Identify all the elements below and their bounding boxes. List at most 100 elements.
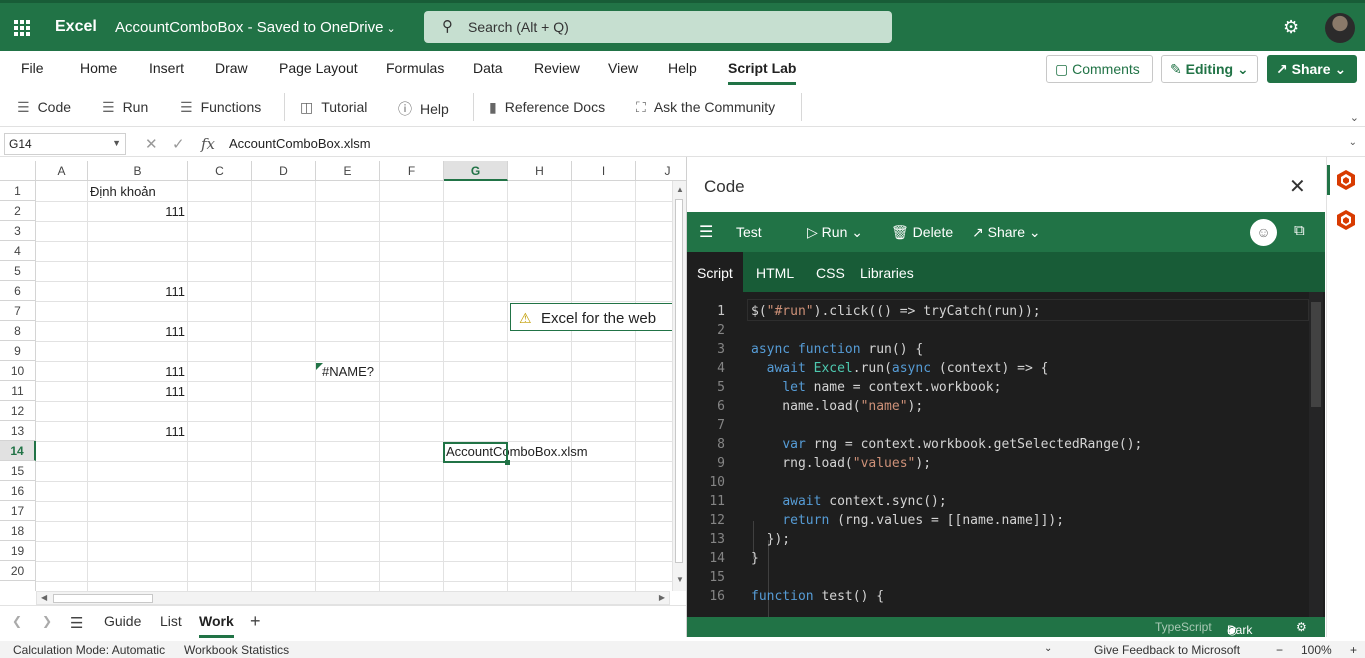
scroll-left-icon[interactable]: ◀ xyxy=(41,593,47,602)
scroll-down-icon[interactable]: ▼ xyxy=(676,575,684,584)
zoom-out-button[interactable]: − xyxy=(1276,643,1283,657)
tab-draw[interactable]: Draw xyxy=(215,60,248,76)
close-icon[interactable]: ✕ xyxy=(1289,174,1306,199)
avatar[interactable] xyxy=(1325,13,1355,43)
chevron-down-icon[interactable]: ⌄ xyxy=(1349,137,1357,148)
gear-icon[interactable]: ⚙ xyxy=(1296,620,1307,634)
cell-b11[interactable]: 111 xyxy=(88,382,188,402)
tab-file[interactable]: File xyxy=(21,60,44,76)
popout-icon[interactable]: ⧉ xyxy=(1294,222,1305,239)
search-box[interactable]: ⚲ Search (Alt + Q) xyxy=(424,11,892,43)
document-title[interactable]: AccountComboBox - Saved to OneDrive ⌄ xyxy=(115,19,396,36)
chevron-left-icon[interactable]: ❮ xyxy=(12,614,22,628)
tab-script-lab[interactable]: Script Lab xyxy=(728,60,797,85)
row-header[interactable]: 15 xyxy=(0,461,36,481)
row-header[interactable]: 14 xyxy=(0,441,36,461)
cell-b10[interactable]: 111 xyxy=(88,362,188,382)
horizontal-scrollbar[interactable]: ◀ ▶ xyxy=(36,591,670,605)
row-header[interactable]: 4 xyxy=(0,241,36,261)
tab-insert[interactable]: Insert xyxy=(149,60,184,76)
column-header[interactable]: B xyxy=(88,161,188,181)
row-header[interactable]: 7 xyxy=(0,301,36,321)
run-button[interactable]: ▷ Run ⌄ xyxy=(807,224,863,241)
language-indicator[interactable]: TypeScript xyxy=(1155,620,1212,634)
script-lab-functions-icon[interactable] xyxy=(1335,209,1357,231)
tab-libraries[interactable]: Libraries xyxy=(860,265,914,281)
row-header[interactable]: 2 xyxy=(0,201,36,221)
cell-b13[interactable]: 111 xyxy=(88,422,188,442)
row-header[interactable]: 5 xyxy=(0,261,36,281)
tab-view[interactable]: View xyxy=(608,60,638,76)
ribbon-tutorial-button[interactable]: ◫ Tutorial xyxy=(300,99,367,116)
row-header[interactable]: 16 xyxy=(0,481,36,501)
tab-help[interactable]: Help xyxy=(668,60,697,76)
chevron-down-icon[interactable]: ⌄ xyxy=(1044,643,1052,654)
cell-b6[interactable]: 111 xyxy=(88,282,188,302)
column-header[interactable]: D xyxy=(252,161,316,181)
comments-button[interactable]: ▢ Comments xyxy=(1046,55,1153,83)
check-icon[interactable]: ✓ xyxy=(172,135,185,153)
share-snippet-button[interactable]: ↗ Share ⌄ xyxy=(972,224,1041,241)
cell-b2[interactable]: 111 xyxy=(88,202,188,222)
error-indicator-icon[interactable] xyxy=(316,363,323,370)
app-launcher-icon[interactable] xyxy=(14,20,30,36)
tab-page-layout[interactable]: Page Layout xyxy=(279,60,358,76)
column-header[interactable]: C xyxy=(188,161,252,181)
sheet-tab-work[interactable]: Work xyxy=(199,613,234,638)
name-box[interactable]: G14 ▼ xyxy=(4,133,126,155)
cell-b8[interactable]: 111 xyxy=(88,322,188,342)
row-header[interactable]: 12 xyxy=(0,401,36,421)
code-editor[interactable]: 1 2 3 4 5 6 7 8 9 10 11 12 13 14 15 16 $… xyxy=(687,292,1325,617)
gear-icon[interactable]: ⚙ xyxy=(1283,17,1299,38)
row-header[interactable]: 19 xyxy=(0,541,36,561)
add-sheet-icon[interactable]: + xyxy=(250,611,261,632)
tab-script[interactable]: Script xyxy=(687,252,743,292)
row-header[interactable]: 13 xyxy=(0,421,36,441)
sheet-tab-list[interactable]: List xyxy=(160,613,182,629)
scrollbar-thumb[interactable] xyxy=(1311,302,1321,407)
column-header[interactable]: I xyxy=(572,161,636,181)
row-header[interactable]: 3 xyxy=(0,221,36,241)
column-header[interactable]: E xyxy=(316,161,380,181)
app-name[interactable]: Excel xyxy=(55,18,97,36)
scrollbar-thumb[interactable] xyxy=(53,594,153,603)
share-button[interactable]: ↗ Share ⌄ xyxy=(1267,55,1357,83)
row-header[interactable]: 9 xyxy=(0,341,36,361)
column-header[interactable]: F xyxy=(380,161,444,181)
ribbon-code-button[interactable]: ☰ Code xyxy=(17,99,71,116)
all-sheets-icon[interactable]: ☰ xyxy=(70,614,83,632)
row-header[interactable]: 18 xyxy=(0,521,36,541)
cell-b1[interactable]: Định khoản xyxy=(90,182,156,202)
scroll-right-icon[interactable]: ▶ xyxy=(659,593,665,602)
excel-web-callout[interactable]: ⚠ Excel for the web xyxy=(510,303,680,331)
tab-home[interactable]: Home xyxy=(80,60,117,76)
chevron-right-icon[interactable]: ❯ xyxy=(42,614,52,628)
scroll-up-icon[interactable]: ▲ xyxy=(676,185,684,194)
column-header[interactable]: A xyxy=(36,161,88,181)
ribbon-reference-docs-button[interactable]: ▮ Reference Docs xyxy=(489,99,605,116)
editor-scrollbar[interactable] xyxy=(1309,292,1323,617)
scrollbar-thumb[interactable] xyxy=(675,199,683,563)
sheet-tab-guide[interactable]: Guide xyxy=(104,613,141,629)
delete-button[interactable]: 🗑 Delete xyxy=(891,224,953,241)
row-header[interactable]: 17 xyxy=(0,501,36,521)
feedback-link[interactable]: Give Feedback to Microsoft xyxy=(1094,643,1240,657)
editing-button[interactable]: ✎ Editing ⌄ xyxy=(1161,55,1258,83)
cell-e10[interactable]: #NAME? xyxy=(322,362,374,382)
function-icon[interactable]: fx xyxy=(201,135,215,153)
row-header[interactable]: 10 xyxy=(0,361,36,381)
tab-html[interactable]: HTML xyxy=(756,265,794,281)
vertical-scrollbar[interactable]: ▲ ▼ xyxy=(672,181,686,591)
spreadsheet-grid[interactable]: A B C D E F G H I J 1 2 3 4 5 6 7 8 9 10… xyxy=(0,161,686,591)
tab-formulas[interactable]: Formulas xyxy=(386,60,444,76)
ribbon-run-button[interactable]: ☰ Run xyxy=(102,99,148,116)
hamburger-menu-icon[interactable]: ☰ xyxy=(699,222,713,242)
ribbon-community-button[interactable]: ⛶ Ask the Community xyxy=(636,99,775,116)
select-all-corner[interactable] xyxy=(0,161,36,181)
tab-review[interactable]: Review xyxy=(534,60,580,76)
ribbon-functions-button[interactable]: ☰ Functions xyxy=(180,99,261,116)
row-header[interactable]: 1 xyxy=(0,181,36,201)
snippet-name[interactable]: Test xyxy=(736,224,762,240)
row-header[interactable]: 6 xyxy=(0,281,36,301)
workbook-statistics[interactable]: Workbook Statistics xyxy=(184,643,289,657)
